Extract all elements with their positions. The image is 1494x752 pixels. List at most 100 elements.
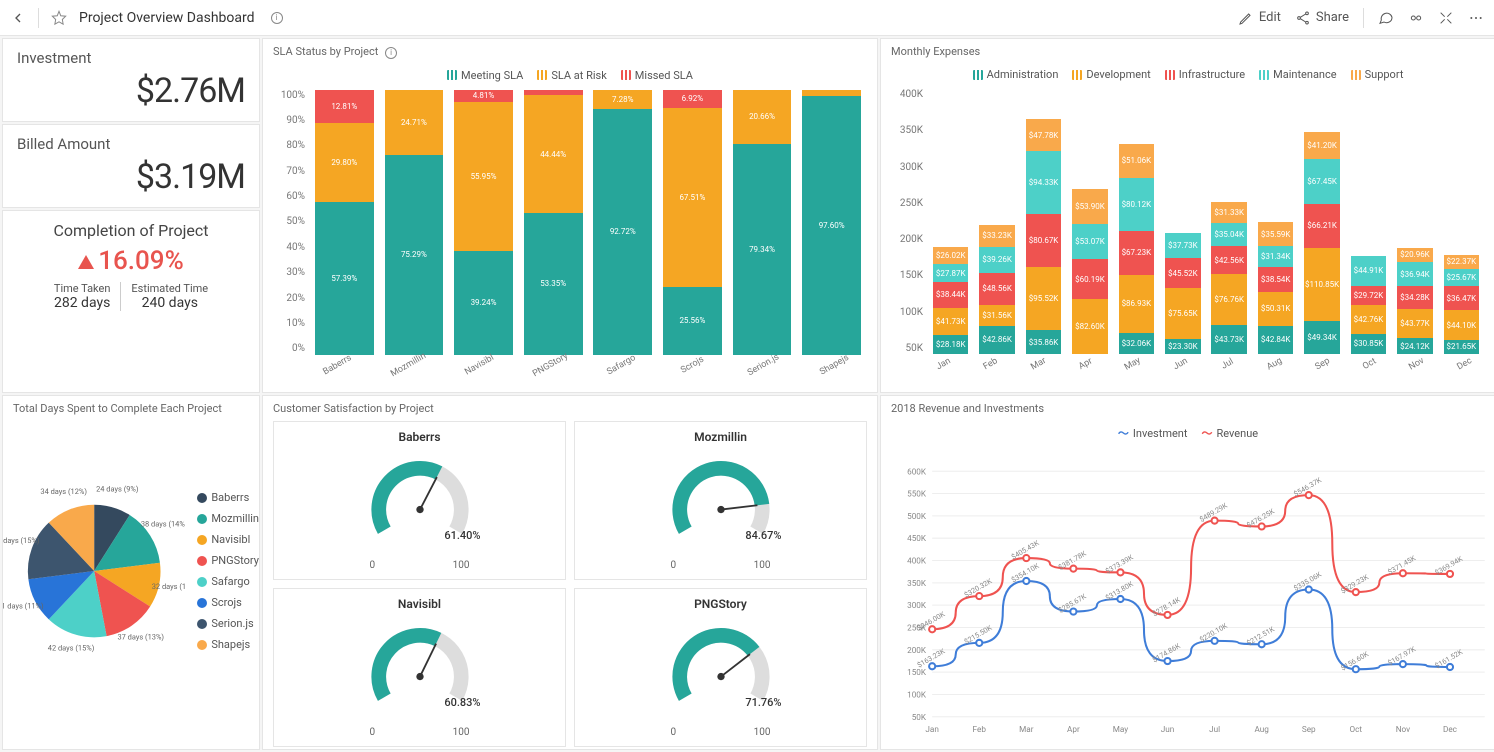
svg-text:Apr: Apr (1067, 724, 1080, 734)
line-series[interactable] (932, 581, 1450, 669)
comment-icon[interactable] (1378, 10, 1394, 26)
data-point[interactable] (1023, 578, 1029, 584)
data-point[interactable] (1212, 638, 1218, 644)
topbar: Project Overview Dashboard i Edit Share (0, 0, 1494, 36)
share-icon (1295, 10, 1311, 26)
svg-text:Jun: Jun (1161, 724, 1175, 734)
bar[interactable]: $53.90K$53.07K$60.19K$82.60K (1072, 89, 1108, 354)
svg-text:150K: 150K (907, 667, 927, 677)
bar[interactable]: $51.06K$80.12K$67.23K$86.93K$32.06K (1119, 89, 1155, 354)
gauges-chart: Customer Satisfaction by Project Baberrs… (262, 395, 878, 750)
bar[interactable]: $37.73K$45.52K$75.65K$23.30K (1165, 89, 1201, 354)
data-point[interactable] (929, 626, 935, 632)
bar[interactable]: $26.02K$27.87K$38.44K$41.73K$28.18K (933, 89, 969, 354)
svg-text:38 days (14%): 38 days (14%) (141, 520, 185, 529)
data-point[interactable] (976, 593, 982, 599)
data-point[interactable] (1259, 641, 1265, 647)
bar[interactable]: 97.60% (802, 90, 861, 355)
bar[interactable]: $41.20K$67.45K$66.21K$110.85K$49.34K (1304, 89, 1340, 354)
data-point[interactable] (1023, 555, 1029, 561)
bar[interactable]: $47.78K$94.33K$80.67K$95.52K$35.86K (1026, 89, 1062, 354)
kpi-value: $2.76M (17, 71, 245, 111)
data-point[interactable] (1117, 596, 1123, 602)
legend-item[interactable]: Serion.js (197, 617, 259, 630)
legend-item[interactable]: Safargo (197, 575, 259, 588)
svg-text:42 days (15%): 42 days (15%) (48, 644, 95, 653)
bar[interactable]: $35.59K$31.34K$38.54K$50.31K$42.84K (1258, 89, 1294, 354)
legend-item[interactable]: Mozmillin (197, 512, 259, 525)
svg-text:Nov: Nov (1396, 724, 1410, 734)
kpi-value: 16.09% (11, 246, 251, 276)
data-point[interactable] (1353, 666, 1359, 672)
bar[interactable]: 7.28%92.72% (593, 90, 652, 355)
bar[interactable]: $44.91K$29.72K$42.76K$30.85K (1351, 89, 1387, 354)
svg-text:600K: 600K (907, 466, 927, 476)
info-icon[interactable]: i (271, 12, 283, 24)
expand-icon[interactable] (1438, 10, 1454, 26)
data-point[interactable] (1070, 566, 1076, 572)
legend-item[interactable]: PNGStory (197, 554, 259, 567)
data-point[interactable] (1164, 658, 1170, 664)
chart-legend: Administration Development Infrastructur… (881, 64, 1494, 89)
data-point[interactable] (1212, 518, 1218, 524)
chart-legend: Meeting SLA SLA at Risk Missed SLA (263, 65, 877, 90)
bar[interactable]: 24.71%75.29% (385, 90, 444, 355)
data-point[interactable] (1353, 589, 1359, 595)
svg-text:100K: 100K (907, 690, 927, 700)
star-icon[interactable] (51, 10, 67, 26)
pie-chart: Total Days Spent to Complete Each Projec… (2, 395, 260, 750)
data-point[interactable] (1164, 612, 1170, 618)
line-series[interactable] (932, 495, 1450, 629)
kpi-label: Completion of Project (11, 221, 251, 240)
bar[interactable]: 6.92%67.51%25.56% (663, 90, 722, 355)
share-button[interactable]: Share (1295, 10, 1349, 26)
bar[interactable]: 20.66%79.34% (733, 90, 792, 355)
svg-text:450K: 450K (907, 533, 927, 543)
svg-text:500K: 500K (907, 511, 927, 521)
data-point[interactable] (1070, 608, 1076, 614)
svg-text:50K: 50K (912, 712, 927, 722)
svg-text:Dec: Dec (1443, 724, 1458, 734)
data-point[interactable] (1447, 571, 1453, 577)
data-point[interactable] (1306, 586, 1312, 592)
kpi-investment: Investment $2.76M (2, 38, 260, 122)
bar[interactable]: 44.44%53.35% (524, 90, 583, 355)
svg-text:42 days (15%): 42 days (15%) (3, 536, 40, 545)
edit-button[interactable]: Edit (1238, 10, 1281, 26)
chart-title: Customer Satisfaction by Project (263, 396, 877, 421)
legend-item[interactable]: Shapejs (197, 638, 259, 651)
more-icon[interactable] (1468, 10, 1484, 26)
data-point[interactable] (976, 640, 982, 646)
data-point[interactable] (1259, 523, 1265, 529)
svg-text:Jul: Jul (1209, 724, 1220, 734)
kpi-billed: Billed Amount $3.19M (2, 124, 260, 208)
data-point[interactable] (1400, 661, 1406, 667)
line-svg: 600K550K500K450K400K350K300K250K200K150K… (881, 449, 1494, 739)
bar[interactable]: $22.37K$25.67K$36.47K$44.10K$21.65K (1444, 89, 1480, 354)
data-point[interactable] (929, 663, 935, 669)
svg-text:550K: 550K (907, 489, 927, 499)
pencil-icon (1238, 10, 1254, 26)
kpi-label: Billed Amount (17, 135, 245, 153)
bar[interactable]: 4.81%55.95%39.24% (454, 90, 513, 355)
data-point[interactable] (1306, 492, 1312, 498)
svg-text:Aug: Aug (1254, 724, 1269, 734)
data-point[interactable] (1447, 664, 1453, 670)
bar[interactable]: $31.33K$35.04K$42.56K$76.76K$43.73K (1211, 89, 1247, 354)
sla-chart: SLA Status by Project i Meeting SLA SLA … (262, 38, 878, 393)
data-point[interactable] (1400, 570, 1406, 576)
legend-item[interactable]: Navisibl (197, 533, 259, 546)
legend-item[interactable]: Baberrs (197, 491, 259, 504)
gauge-navisibl: Navisibl 60.83% 0100 (273, 588, 566, 747)
gauge-mozmillin: Mozmillin 84.67% 0100 (574, 421, 867, 580)
bar[interactable]: $33.23K$39.26K$48.56K$31.56K$42.86K (979, 89, 1015, 354)
legend-item[interactable]: Scrojs (197, 596, 259, 609)
pie-legend: Baberrs Mozmillin Navisibl PNGStory Safargo S… (197, 491, 259, 651)
view-icon[interactable] (1408, 10, 1424, 26)
info-icon[interactable]: i (385, 47, 397, 59)
svg-text:32 days (11%): 32 days (11%) (152, 582, 186, 591)
bar[interactable]: 12.81%29.80%57.39% (315, 90, 374, 355)
back-icon[interactable] (10, 10, 26, 26)
data-point[interactable] (1117, 569, 1123, 575)
bar[interactable]: $20.96K$36.94K$34.28K$43.77K$24.12K (1397, 89, 1433, 354)
